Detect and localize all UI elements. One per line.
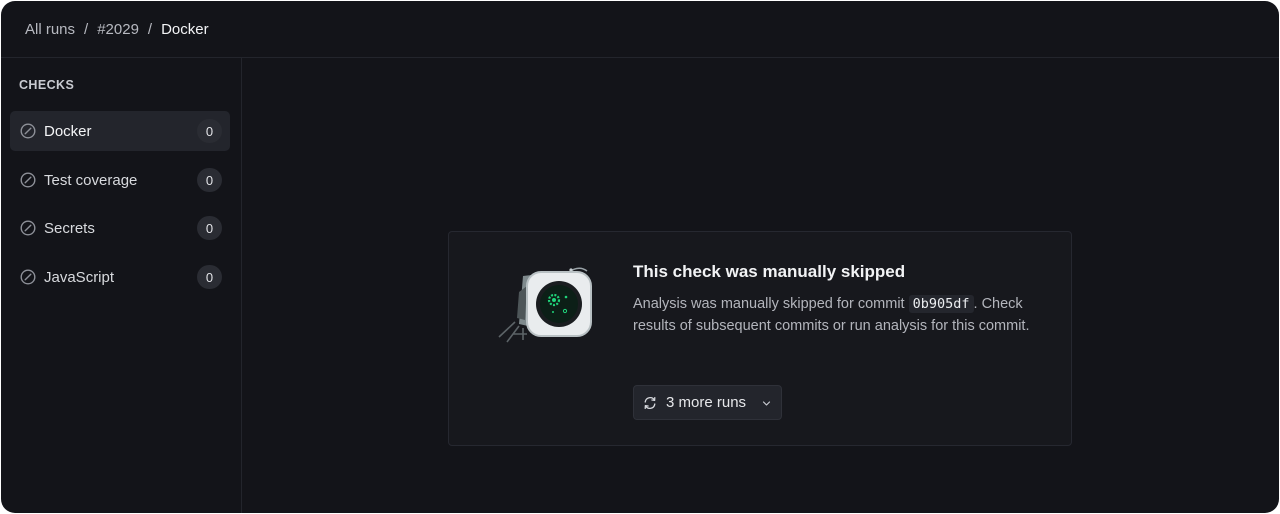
breadcrumb-run[interactable]: #2029: [97, 21, 139, 38]
sidebar-item-label: Test coverage: [44, 171, 138, 189]
description-text: Analysis was manually skipped for commit: [633, 296, 909, 312]
sidebar-item-javascript[interactable]: JavaScript 0: [10, 257, 230, 297]
breadcrumb: All runs / #2029 / Docker: [1, 1, 1279, 58]
skipped-title: This check was manually skipped: [633, 262, 906, 281]
breadcrumb-current: Docker: [161, 20, 209, 38]
more-runs-label: 3 more runs: [666, 394, 747, 411]
issue-count-badge: 0: [197, 216, 222, 240]
sidebar-item-label: Secrets: [44, 219, 95, 237]
refresh-icon: [644, 396, 656, 410]
more-runs-dropdown-button[interactable]: 3 more runs: [633, 385, 782, 420]
chevron-down-icon: [762, 401, 771, 406]
app-window: All runs / #2029 / Docker CHECKS Docker …: [1, 1, 1279, 513]
sidebar-item-label: Docker: [44, 122, 92, 140]
issue-count-badge: 0: [197, 168, 222, 192]
sidebar-item-docker[interactable]: Docker 0: [10, 111, 230, 151]
breadcrumb-all-runs[interactable]: All runs: [25, 21, 75, 38]
skipped-icon: [20, 269, 36, 285]
commit-hash: 0b905df: [908, 295, 974, 313]
breadcrumb-separator: /: [147, 20, 153, 38]
skipped-icon: [20, 123, 36, 139]
breadcrumb-separator: /: [84, 20, 89, 38]
skipped-icon: [20, 172, 36, 188]
sidebar-title: CHECKS: [19, 78, 75, 92]
sidebar-item-label: JavaScript: [44, 268, 115, 286]
sidebar-item-test-coverage[interactable]: Test coverage 0: [10, 160, 230, 200]
issue-count-badge: 0: [197, 119, 222, 143]
skipped-message-card: This check was manually skipped Analysis…: [448, 231, 1072, 446]
skipped-description: Analysis was manually skipped for commit…: [633, 293, 1033, 337]
skipped-icon: [20, 220, 36, 236]
issue-count-badge: 0: [197, 265, 222, 289]
robot-eye-illustration: [498, 267, 592, 343]
sidebar-item-secrets[interactable]: Secrets 0: [10, 208, 230, 248]
checks-sidebar: CHECKS Docker 0 Test coverage 0 Secrets: [1, 58, 242, 513]
